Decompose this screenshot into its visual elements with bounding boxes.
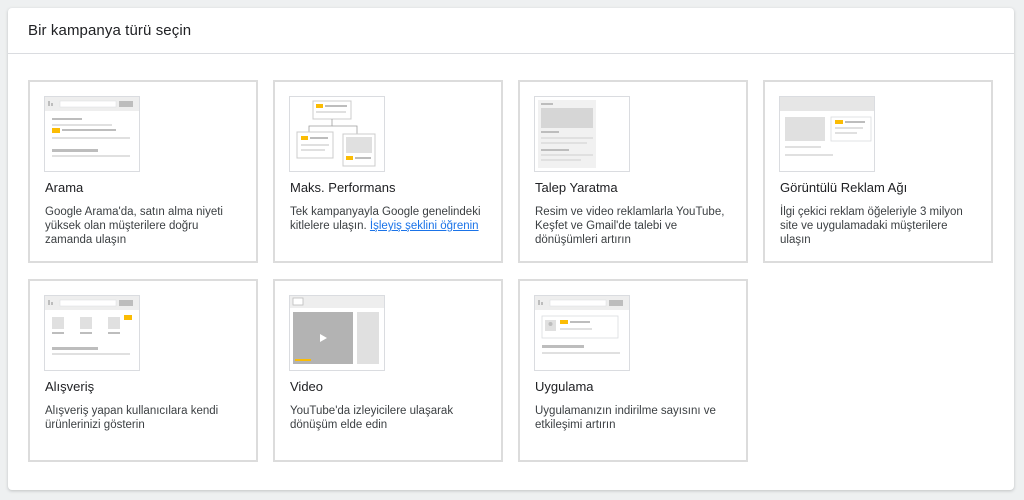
campaign-card-shopping[interactable]: Alışveriş Alışveriş yapan kullanıcılara …: [28, 279, 258, 462]
campaign-card-demand-gen[interactable]: Talep Yaratma Resim ve video reklamlarla…: [518, 80, 748, 263]
card-title: Görüntülü Reklam Ağı: [780, 180, 908, 195]
page-title: Bir kampanya türü seçin: [28, 22, 192, 39]
card-description: Resim ve video reklamlarla YouTube, Keşf…: [535, 206, 725, 246]
video-illustration: [289, 295, 385, 371]
display-network-illustration: [779, 96, 875, 172]
campaign-card-video[interactable]: Video YouTube'da izleyicilere ulaşarak d…: [273, 279, 503, 462]
app-illustration: [534, 295, 630, 371]
panel-header: Bir kampanya türü seçin: [8, 8, 1014, 54]
campaign-card-search[interactable]: Arama Google Arama'da, satın alma niyeti…: [28, 80, 258, 263]
card-description: YouTube'da izleyicilere ulaşarak dönüşüm…: [290, 405, 454, 431]
campaign-type-panel: Bir kampanya türü seçin Arama Google Ara…: [8, 8, 1014, 490]
performance-max-illustration: [289, 96, 385, 172]
demand-gen-illustration: [534, 96, 630, 172]
search-ad-illustration: [44, 96, 140, 172]
card-title: Video: [290, 379, 324, 394]
card-description: Tek kampanyayla Google genelindeki kitle…: [290, 205, 486, 233]
card-description: Alışveriş yapan kullanıcılara kendi ürün…: [45, 405, 219, 431]
card-title: Arama: [45, 180, 84, 195]
shopping-illustration: [44, 295, 140, 371]
learn-how-it-works-link[interactable]: İşleyiş şeklini öğrenin: [370, 220, 479, 232]
card-description: Uygulamanızın indirilme sayısını ve etki…: [535, 405, 716, 431]
card-description: İlgi çekici reklam öğeleriyle 3 milyon s…: [780, 206, 963, 246]
campaign-card-display-network[interactable]: Görüntülü Reklam Ağı İlgi çekici reklam …: [763, 80, 993, 263]
campaign-card-app[interactable]: Uygulama Uygulamanızın indirilme sayısın…: [518, 279, 748, 462]
card-description: Google Arama'da, satın alma niyeti yükse…: [45, 206, 223, 246]
card-title: Alışveriş: [45, 379, 95, 394]
campaign-card-performance-max[interactable]: Maks. Performans Tek kampanyayla Google …: [273, 80, 503, 263]
card-title: Uygulama: [535, 379, 594, 394]
card-title: Maks. Performans: [290, 180, 396, 195]
card-title: Talep Yaratma: [535, 180, 618, 195]
